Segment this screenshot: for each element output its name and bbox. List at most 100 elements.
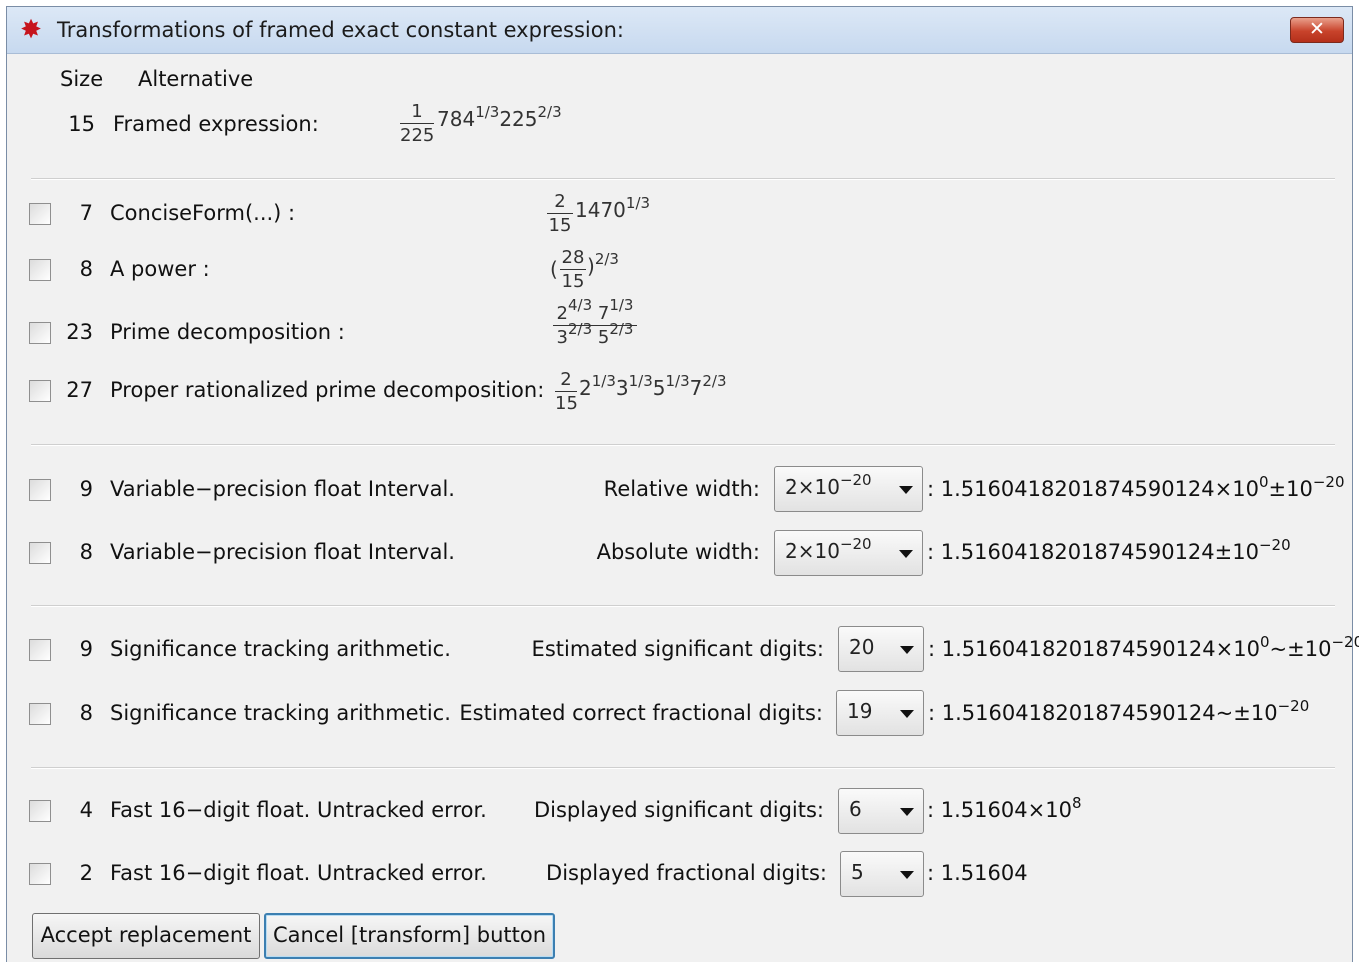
- power-num: 28: [561, 247, 585, 268]
- fractional-digits-value: 19: [847, 699, 873, 723]
- power-close: )2/3: [587, 252, 619, 279]
- power-open: (: [550, 257, 558, 281]
- power-size: 8: [79, 257, 93, 281]
- res-value: 1.5160418201874590124~±10: [941, 701, 1278, 725]
- displayed-fractional-digits-label: Displayed fractional digits:: [546, 861, 827, 885]
- prime-f1: 2/3: [567, 320, 593, 338]
- alternative-column-header: Alternative: [138, 67, 254, 91]
- absolute-width-value: 2×10: [785, 539, 840, 563]
- chevron-down-icon: [900, 646, 914, 654]
- concise-fraction: 2 15: [547, 191, 573, 236]
- power-open-paren: (: [550, 257, 558, 281]
- power-exp: 2/3: [594, 250, 619, 268]
- res-exp: −20: [1258, 536, 1291, 554]
- proper-size: 27: [66, 378, 93, 402]
- close-button[interactable]: ✕: [1290, 17, 1344, 43]
- framed-size: 15: [68, 112, 95, 136]
- prime-n2: 7: [597, 303, 610, 324]
- proper-b2: 3: [615, 376, 629, 400]
- interval-absolute-checkbox[interactable]: [29, 542, 51, 564]
- transform-dialog: ✸ Transformations of framed exact consta…: [6, 6, 1359, 962]
- significance-fractional-checkbox[interactable]: [29, 703, 51, 725]
- res-error: ~±10: [1269, 637, 1332, 661]
- accept-replacement-button[interactable]: Accept replacement: [32, 913, 260, 959]
- cancel-transform-button[interactable]: Cancel [transform] button: [264, 913, 555, 959]
- prime-e2: 1/3: [609, 296, 634, 314]
- title-bar[interactable]: ✸ Transformations of framed exact consta…: [7, 7, 1352, 54]
- proper-num: 2: [560, 369, 572, 390]
- absolute-width-exp: −20: [839, 535, 872, 553]
- displayed-significant-dropdown[interactable]: 6: [838, 788, 924, 834]
- relative-width-label: Relative width:: [603, 477, 760, 501]
- estimated-fractional-digits-label: Estimated correct fractional digits:: [459, 701, 823, 725]
- significance-digits-checkbox[interactable]: [29, 639, 51, 661]
- proper-x2: 1/3: [628, 372, 653, 390]
- significance-digits-result: : 1.5160418201874590124×100~±10−20: [928, 635, 1359, 662]
- res-mantissa: 1.5160418201874590124×10: [940, 477, 1259, 501]
- framed-label: Framed expression:: [113, 112, 319, 136]
- separator: [31, 767, 1335, 769]
- res-exp: 0: [1259, 633, 1270, 651]
- chevron-down-icon: [900, 808, 914, 816]
- proper-x3: 1/3: [665, 372, 690, 390]
- proper-fraction: 2 15: [555, 369, 578, 414]
- proper-checkbox[interactable]: [29, 380, 51, 402]
- displayed-significant-value: 6: [849, 797, 862, 821]
- proper-b3: 5: [652, 376, 666, 400]
- separator: [31, 178, 1335, 180]
- framed-base1: 784: [437, 107, 476, 131]
- displayed-fractional-dropdown[interactable]: 5: [840, 851, 924, 897]
- app-gear-icon: ✸: [20, 15, 42, 45]
- separator: [31, 605, 1335, 607]
- proper-x4: 2/3: [702, 372, 727, 390]
- res-exp: 8: [1071, 794, 1082, 812]
- fractional-digits-dropdown[interactable]: 19: [836, 690, 924, 736]
- absolute-width-dropdown[interactable]: 2×10−20: [774, 530, 923, 576]
- power-fraction: 28 15: [560, 247, 586, 292]
- significant-digits-value: 20: [849, 635, 875, 659]
- interval-relative-label: Variable−precision float Interval.: [110, 477, 455, 501]
- concise-power: 14701/3: [575, 196, 650, 223]
- prime-f2: 2/3: [609, 320, 634, 338]
- proper-b4: 7: [689, 376, 703, 400]
- chevron-down-icon: [899, 486, 913, 494]
- res-mantissa: 1.5160418201874590124×10: [941, 637, 1260, 661]
- proper-b1: 2: [579, 376, 592, 400]
- power-close-paren: ): [587, 254, 595, 278]
- res-error: ±10: [1268, 477, 1313, 501]
- fast-fractional-size: 2: [79, 861, 93, 885]
- framed-exp2: 2/3: [537, 103, 562, 121]
- concise-checkbox[interactable]: [29, 203, 51, 225]
- framed-base2: 225: [499, 107, 538, 131]
- res-exp: −20: [1277, 697, 1310, 715]
- fast-significant-checkbox[interactable]: [29, 800, 51, 822]
- prime-checkbox[interactable]: [29, 322, 51, 344]
- interval-absolute-result: : 1.5160418201874590124±10−20: [927, 538, 1291, 565]
- concise-num: 2: [554, 191, 566, 212]
- prime-label: Prime decomposition :: [110, 320, 345, 344]
- framed-frac-num: 1: [411, 101, 423, 122]
- prime-fraction: 24/3 71/3 32/3 52/3: [553, 298, 637, 348]
- relative-width-dropdown[interactable]: 2×10−20: [774, 466, 923, 512]
- framed-frac-den: 225: [400, 125, 435, 146]
- res-value: 1.51604: [940, 861, 1028, 885]
- framed-powers: 7841/32252/3: [437, 105, 562, 132]
- displayed-fractional-value: 5: [851, 860, 864, 884]
- res-exp: 0: [1258, 473, 1269, 491]
- significance-fractional-size: 8: [79, 701, 93, 725]
- prime-d2: 5: [597, 327, 610, 348]
- power-checkbox[interactable]: [29, 259, 51, 281]
- colon: :: [928, 701, 936, 725]
- fast-fractional-checkbox[interactable]: [29, 863, 51, 885]
- significant-digits-dropdown[interactable]: 20: [838, 626, 924, 672]
- significance-fractional-result: : 1.5160418201874590124~±10−20: [928, 699, 1309, 726]
- window-title: Transformations of framed exact constant…: [57, 18, 624, 42]
- chevron-down-icon: [900, 871, 914, 879]
- interval-relative-checkbox[interactable]: [29, 479, 51, 501]
- significance-digits-size: 9: [79, 637, 93, 661]
- power-den: 15: [561, 271, 585, 292]
- significance-fractional-label: Significance tracking arithmetic.: [110, 701, 451, 725]
- fast-significant-result: : 1.51604×108: [927, 796, 1081, 823]
- colon: :: [927, 861, 935, 885]
- interval-absolute-size: 8: [79, 540, 93, 564]
